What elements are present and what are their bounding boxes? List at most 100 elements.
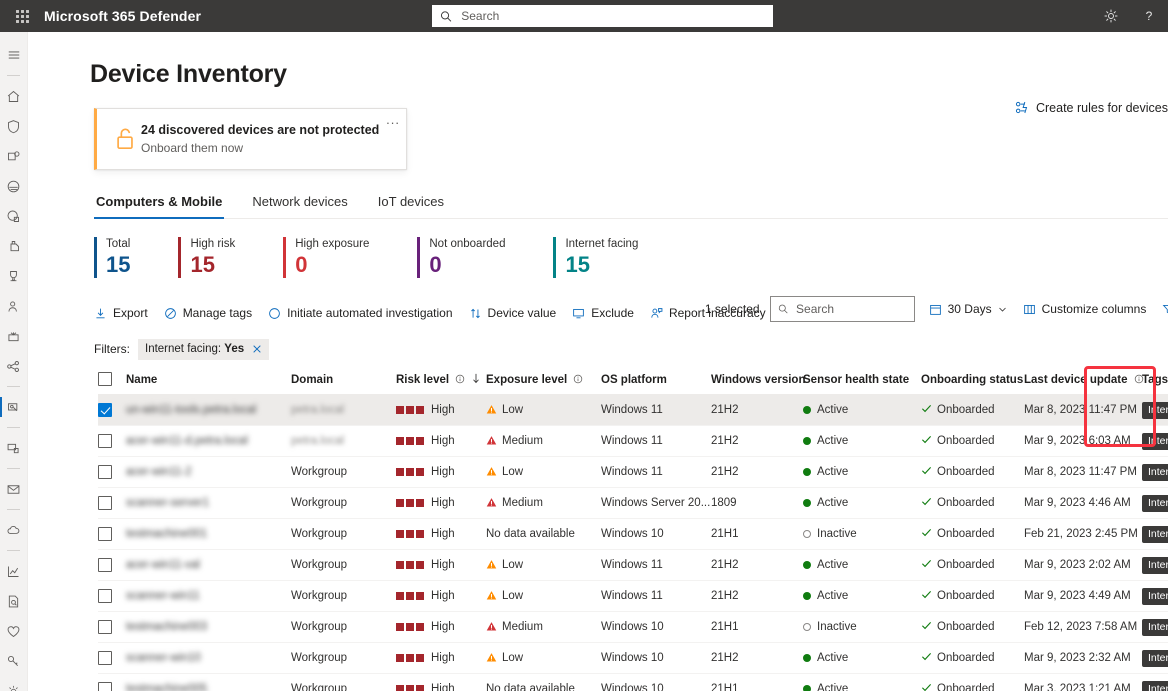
row-checkbox[interactable] xyxy=(98,403,112,417)
global-search[interactable] xyxy=(432,5,773,27)
row-checkbox[interactable] xyxy=(98,682,112,691)
row-select-cell[interactable] xyxy=(98,612,126,643)
device-tag[interactable]: Internet facing xyxy=(1142,650,1168,667)
cell-device-name[interactable]: scanner-win10 xyxy=(126,643,291,674)
table-row[interactable]: acer-win11-valWorkgroupHighLowWindows 11… xyxy=(98,550,1168,581)
manage-tags-button[interactable]: Manage tags xyxy=(164,306,252,320)
row-select-cell[interactable] xyxy=(98,674,126,691)
initiate-automated-investigation-button[interactable]: Initiate automated investigation xyxy=(268,306,452,320)
customize-columns-button[interactable]: Customize columns xyxy=(1023,302,1147,316)
column-header-tags[interactable]: Tags xyxy=(1142,372,1168,395)
info-icon[interactable] xyxy=(455,374,465,384)
select-all-checkbox[interactable] xyxy=(98,372,112,386)
stat-high-exposure[interactable]: High exposure 0 xyxy=(283,237,369,278)
partners-icon[interactable] xyxy=(0,321,27,351)
device-tag[interactable]: Internet facing xyxy=(1142,526,1168,543)
help-icon[interactable]: ? xyxy=(1130,0,1168,32)
cell-device-name[interactable]: scanner-win11 xyxy=(126,581,291,612)
gear-icon[interactable] xyxy=(1092,0,1130,32)
cell-tags[interactable]: Internet facingtag_v xyxy=(1142,550,1168,581)
row-checkbox[interactable] xyxy=(98,558,112,572)
row-checkbox[interactable] xyxy=(98,496,112,510)
cloud-apps-icon[interactable] xyxy=(0,515,27,545)
cell-tags[interactable]: Internet facingevalu xyxy=(1142,519,1168,550)
table-row[interactable]: acer-win11-d.petra.localpetra.localHighM… xyxy=(98,426,1168,457)
tab-computers-mobile[interactable]: Computers & Mobile xyxy=(94,194,224,218)
table-search-input[interactable] xyxy=(794,301,907,317)
cell-tags[interactable]: Internet facingevalu xyxy=(1142,674,1168,691)
unprotected-devices-card[interactable]: 24 discovered devices are not protected … xyxy=(94,108,407,170)
hamburger-icon[interactable] xyxy=(0,40,27,70)
cell-tags[interactable]: Internet facing+4 xyxy=(1142,426,1168,457)
device-tag[interactable]: Internet facing xyxy=(1142,681,1168,691)
stat-not-onboarded[interactable]: Not onboarded 0 xyxy=(417,237,505,278)
close-icon[interactable] xyxy=(252,344,262,354)
column-header-domain[interactable]: Domain xyxy=(291,372,396,395)
cell-device-name[interactable]: acer-win11-d.petra.local xyxy=(126,426,291,457)
column-header-windows-version[interactable]: Windows version xyxy=(711,372,803,395)
app-launcher-icon[interactable] xyxy=(0,0,44,32)
email-icon[interactable] xyxy=(0,474,27,504)
column-header-name[interactable]: Name xyxy=(126,372,291,395)
row-checkbox[interactable] xyxy=(98,465,112,479)
sort-descending-icon[interactable] xyxy=(471,373,481,384)
sidebar-item-device-inventory[interactable] xyxy=(0,392,27,422)
cell-device-name[interactable]: acer-win11-val xyxy=(126,550,291,581)
select-all-header[interactable] xyxy=(98,372,126,395)
table-row[interactable]: un-win11-tools.petra.localpetra.localHig… xyxy=(98,395,1168,426)
tab-iot-devices[interactable]: IoT devices xyxy=(376,194,446,218)
settings-icon[interactable] xyxy=(0,676,27,691)
threat-analytics-icon[interactable] xyxy=(0,231,27,261)
row-select-cell[interactable] xyxy=(98,426,126,457)
device-tag[interactable]: Internet facing xyxy=(1142,588,1168,605)
audit-log-icon[interactable] xyxy=(0,586,27,616)
row-select-cell[interactable] xyxy=(98,488,126,519)
cell-tags[interactable]: Internet facingtag_v xyxy=(1142,395,1168,426)
table-row[interactable]: scanner-win11WorkgroupHighLowWindows 112… xyxy=(98,581,1168,612)
row-checkbox[interactable] xyxy=(98,651,112,665)
device-tag[interactable]: Internet facing xyxy=(1142,402,1168,419)
cell-tags[interactable]: Internet facing+3 xyxy=(1142,457,1168,488)
filter-pill-internet-facing[interactable]: Internet facing: Yes xyxy=(138,339,269,360)
row-select-cell[interactable] xyxy=(98,519,126,550)
cell-tags[interactable]: Internet facingtag_v xyxy=(1142,488,1168,519)
stat-internet-facing[interactable]: Internet facing 15 xyxy=(553,237,638,278)
stat-total[interactable]: Total 15 xyxy=(94,237,130,278)
table-row[interactable]: scanner-server1WorkgroupHighMediumWindow… xyxy=(98,488,1168,519)
table-row[interactable]: testmachine003WorkgroupHighMediumWindows… xyxy=(98,612,1168,643)
learning-hub-icon[interactable] xyxy=(0,291,27,321)
table-row[interactable]: testmachine001WorkgroupHighNo data avail… xyxy=(98,519,1168,550)
hunting-icon[interactable] xyxy=(0,171,27,201)
row-checkbox[interactable] xyxy=(98,434,112,448)
column-header-onboarding-status[interactable]: Onboarding status xyxy=(921,372,1024,395)
share-icon[interactable] xyxy=(0,351,27,381)
table-row[interactable]: acer-win11-2WorkgroupHighLowWindows 1121… xyxy=(98,457,1168,488)
info-icon[interactable] xyxy=(573,374,583,384)
device-tag[interactable]: Internet facing xyxy=(1142,495,1168,512)
reports-icon[interactable] xyxy=(0,556,27,586)
table-row[interactable]: scanner-win10WorkgroupHighLowWindows 102… xyxy=(98,643,1168,674)
filter-button[interactable]: Filte xyxy=(1162,302,1168,316)
column-header-last-device-update[interactable]: Last device update xyxy=(1024,372,1142,395)
cell-device-name[interactable]: scanner-server1 xyxy=(126,488,291,519)
row-checkbox[interactable] xyxy=(98,527,112,541)
device-tag[interactable]: Internet facing xyxy=(1142,619,1168,636)
secure-score-icon[interactable] xyxy=(0,261,27,291)
row-select-cell[interactable] xyxy=(98,643,126,674)
device-value-button[interactable]: Device value xyxy=(469,306,557,320)
cell-device-name[interactable]: testmachine003 xyxy=(126,612,291,643)
cell-device-name[interactable]: testmachine001 xyxy=(126,519,291,550)
tab-network-devices[interactable]: Network devices xyxy=(250,194,349,218)
create-rules-for-devices-button[interactable]: Create rules for devices xyxy=(1014,100,1168,115)
row-select-cell[interactable] xyxy=(98,395,126,426)
column-header-risk-level[interactable]: Risk level xyxy=(396,372,486,395)
health-icon[interactable] xyxy=(0,616,27,646)
row-checkbox[interactable] xyxy=(98,620,112,634)
card-more-options-icon[interactable]: ... xyxy=(386,115,400,125)
row-select-cell[interactable] xyxy=(98,550,126,581)
cell-tags[interactable]: Internet facing+5 xyxy=(1142,581,1168,612)
column-header-sensor-health-state[interactable]: Sensor health state xyxy=(803,372,921,395)
stat-high-risk[interactable]: High risk 15 xyxy=(178,237,235,278)
endpoints-icon[interactable] xyxy=(0,433,27,463)
row-select-cell[interactable] xyxy=(98,581,126,612)
